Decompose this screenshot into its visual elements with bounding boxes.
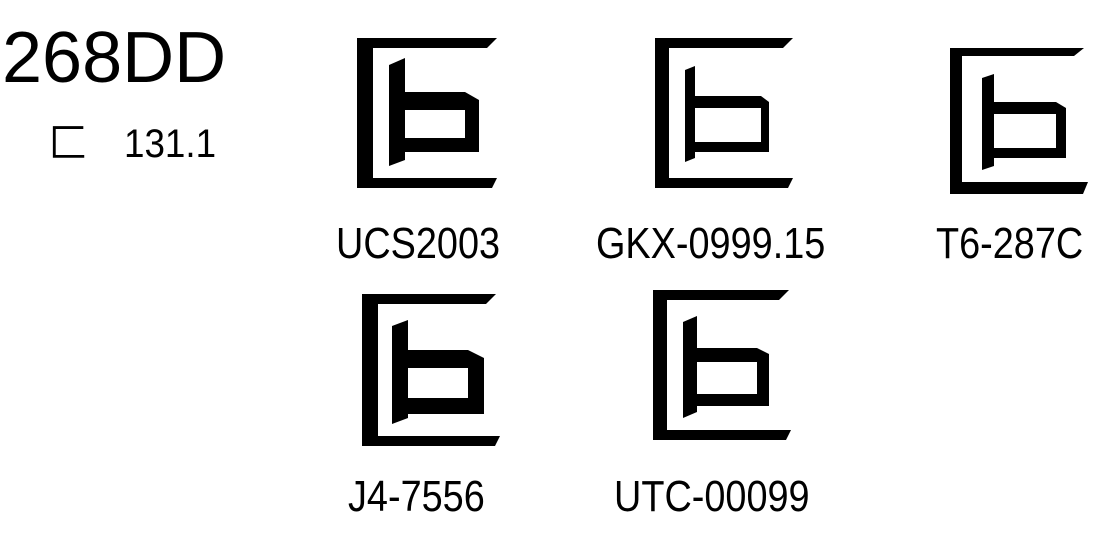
source-label: UCS2003 — [336, 219, 501, 268]
radical-info: 匚 131.1 — [48, 124, 225, 164]
glyph-j4-icon — [350, 286, 510, 451]
glyph-utc-icon — [641, 282, 801, 447]
source-label: GKX-0999.15 — [596, 219, 826, 268]
radical-stroke-index: 131.1 — [124, 122, 217, 166]
source-label: UTC-00099 — [614, 472, 810, 521]
glyph-t6-icon — [938, 34, 1098, 199]
glyph-gkx-icon — [643, 30, 803, 195]
radical-glyph: 匚 — [48, 121, 88, 167]
source-label: J4-7556 — [348, 472, 485, 521]
codepoint-title: 268DD — [2, 18, 227, 98]
glyph-ucs2003-icon — [347, 30, 507, 195]
source-label: T6-287C — [936, 219, 1084, 268]
